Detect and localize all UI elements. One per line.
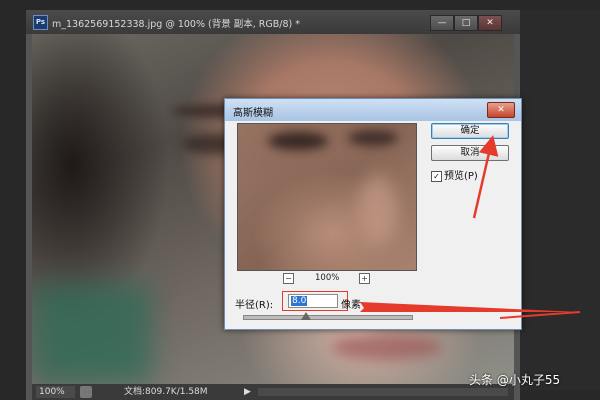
annotation-arrows bbox=[360, 135, 581, 319]
watermark-text: 头条 @小丸子55 bbox=[469, 373, 561, 387]
arrow-tail bbox=[499, 311, 581, 319]
arrow-to-ok-button bbox=[472, 135, 499, 219]
arrow-to-radius-field bbox=[360, 302, 580, 312]
